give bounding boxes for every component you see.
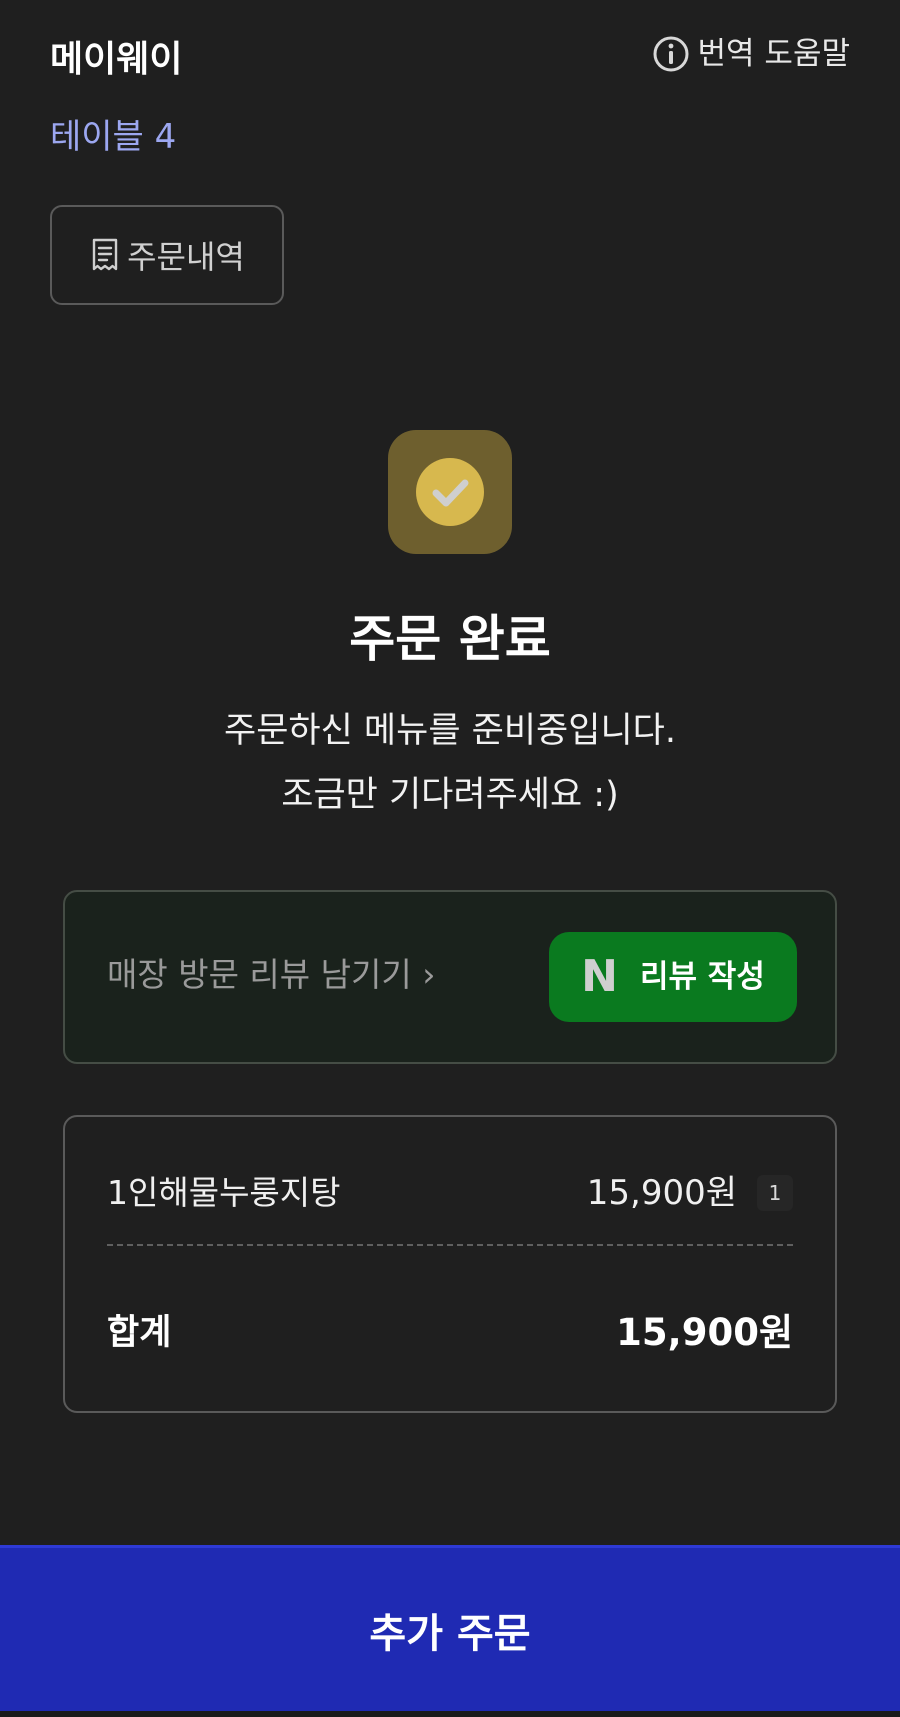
total-value: 15,900원 [616, 1311, 793, 1354]
store-review-link[interactable]: 매장 방문 리뷰 남기기 › [107, 950, 435, 1000]
summary-divider [107, 1244, 793, 1246]
order-item-row: 1인해물누룽지탕 15,900원 1 [107, 1167, 793, 1219]
receipt-icon [92, 238, 118, 271]
order-complete-title: 주문 완료 [349, 610, 551, 668]
order-history-label: 주문내역 [127, 238, 245, 276]
order-history-button[interactable]: 주문내역 [50, 205, 284, 305]
write-review-button[interactable]: N 리뷰 작성 [549, 932, 797, 1022]
order-summary-card: 1인해물누룽지탕 15,900원 1 합계 15,900원 [63, 1115, 837, 1413]
order-complete-badge [388, 430, 512, 554]
naver-logo-icon: N [581, 951, 618, 1002]
check-circle-icon [416, 458, 484, 526]
order-item-price: 15,900원 [586, 1173, 737, 1213]
order-item-qty-badge: 1 [757, 1175, 793, 1211]
order-item-name: 1인해물누룽지탕 [107, 1173, 341, 1212]
order-status-message: 주문하신 메뉴를 준비중입니다. [224, 711, 676, 751]
review-card: 매장 방문 리뷰 남기기 › N 리뷰 작성 [63, 890, 837, 1064]
total-label: 합계 [107, 1313, 172, 1353]
translate-help-link[interactable]: 번역 도움말 [652, 32, 850, 76]
info-icon [653, 36, 689, 72]
bottom-edge [0, 1711, 900, 1717]
store-name: 메이웨이 [50, 39, 183, 80]
translate-help-label: 번역 도움말 [697, 36, 850, 72]
order-wait-message: 조금만 기다려주세요 :) [281, 775, 619, 815]
add-order-button[interactable]: 추가 주문 [0, 1545, 900, 1711]
table-number: 테이블 4 [50, 117, 177, 157]
write-review-label: 리뷰 작성 [639, 959, 765, 995]
